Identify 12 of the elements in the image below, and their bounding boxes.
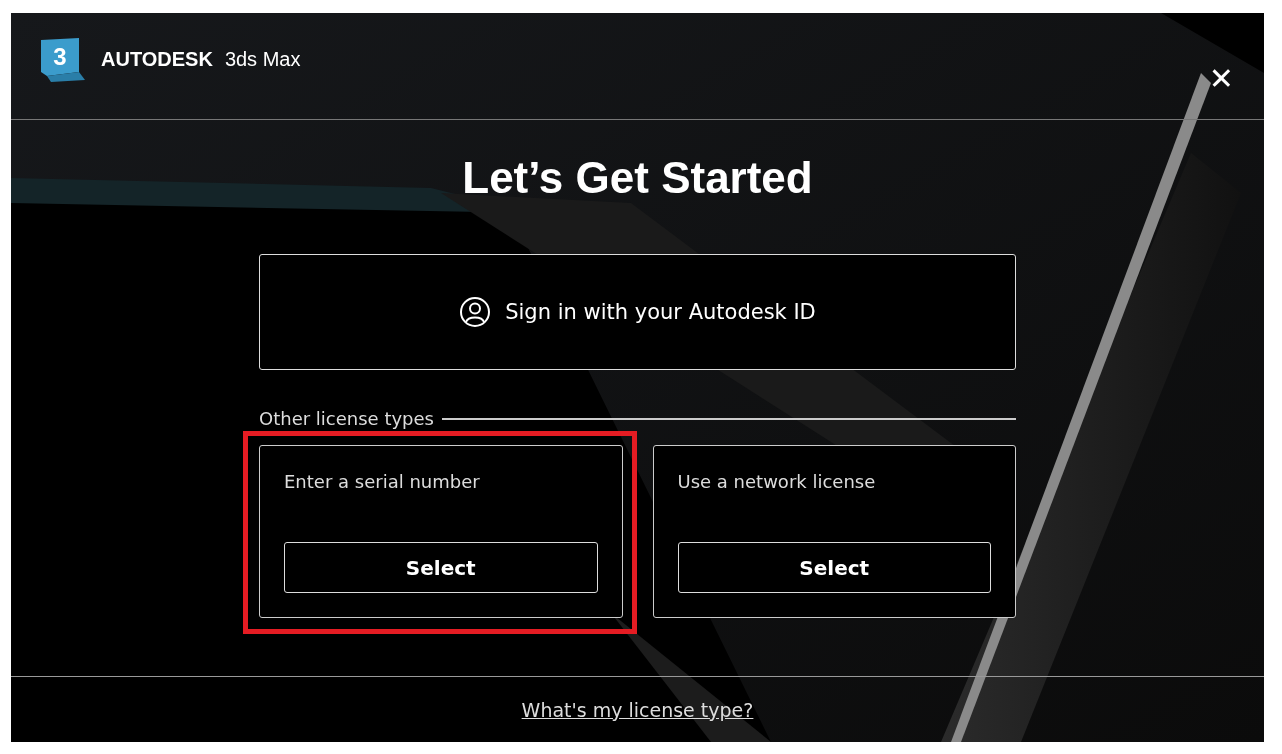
sign-in-button[interactable]: Sign in with your Autodesk ID xyxy=(259,254,1016,370)
license-type-link[interactable]: What's my license type? xyxy=(521,698,754,721)
option-label: Enter a serial number xyxy=(284,471,481,492)
section-label: Other license types xyxy=(259,408,434,429)
select-button[interactable]: Select xyxy=(284,542,598,593)
dialog-title: Let’s Get Started xyxy=(462,153,813,203)
user-icon xyxy=(459,296,492,328)
close-button[interactable]: ✕ xyxy=(1208,60,1234,96)
brand-name: AUTODESK xyxy=(101,47,213,71)
option-label: Use a network license xyxy=(677,471,877,492)
select-button[interactable]: Select xyxy=(677,542,991,593)
product-name: 3ds Max xyxy=(224,47,301,71)
